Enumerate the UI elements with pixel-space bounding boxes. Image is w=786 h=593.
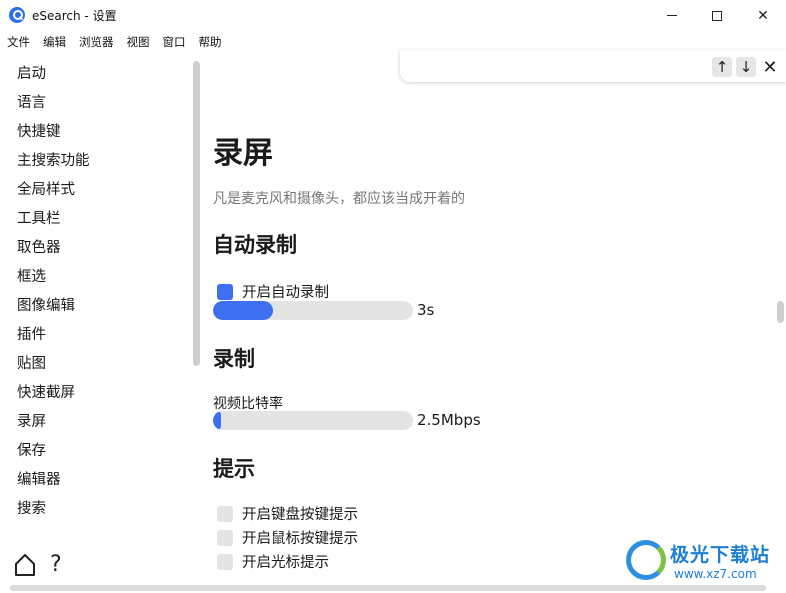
sidebar-item-toolbar[interactable]: 工具栏 bbox=[0, 205, 200, 234]
keyboard-hint-toggle[interactable]: 开启键盘按键提示 bbox=[217, 503, 358, 524]
help-icon[interactable]: ? bbox=[50, 553, 62, 577]
sidebar-scrollbar[interactable] bbox=[193, 61, 200, 366]
minimize-button[interactable] bbox=[649, 0, 695, 31]
menu-view[interactable]: 视图 bbox=[120, 31, 156, 51]
menu-file[interactable]: 文件 bbox=[0, 31, 36, 51]
section-auto-record-heading: 自动录制 bbox=[213, 233, 297, 257]
sidebar-item-pin[interactable]: 贴图 bbox=[0, 350, 200, 379]
watermark-logo: 极光下载站 www.xz7.com bbox=[624, 538, 784, 586]
watermark-emblem-icon bbox=[626, 540, 666, 580]
menu-help[interactable]: 帮助 bbox=[192, 31, 228, 51]
window-title: eSearch - 设置 bbox=[32, 9, 117, 23]
sidebar-item-search[interactable]: 搜索 bbox=[0, 495, 200, 515]
page-description: 凡是麦克风和摄像头，都应该当成开着的 bbox=[213, 191, 465, 207]
sidebar-item-language[interactable]: 语言 bbox=[0, 89, 200, 118]
minimize-icon bbox=[667, 15, 677, 16]
auto-record-delay-value: 3s bbox=[417, 301, 435, 319]
menu-window[interactable]: 窗口 bbox=[156, 31, 192, 51]
sidebar-item-color-picker[interactable]: 取色器 bbox=[0, 234, 200, 263]
bitrate-slider[interactable] bbox=[213, 411, 413, 430]
content-scrollbar[interactable] bbox=[777, 301, 784, 323]
sidebar-item-shortcuts[interactable]: 快捷键 bbox=[0, 118, 200, 147]
auto-record-label: 开启自动录制 bbox=[242, 285, 329, 301]
sidebar-item-screen-record[interactable]: 录屏 bbox=[0, 408, 200, 437]
sidebar-footer: ? bbox=[14, 553, 62, 577]
slider-fill bbox=[213, 301, 273, 320]
slider-fill bbox=[213, 411, 221, 430]
bitrate-label: 视频比特率 bbox=[213, 396, 283, 412]
watermark-name: 极光下载站 bbox=[670, 544, 771, 566]
sidebar-item-global-style[interactable]: 全局样式 bbox=[0, 176, 200, 205]
maximize-button[interactable] bbox=[694, 0, 740, 31]
find-close-button[interactable]: ✕ bbox=[760, 57, 780, 78]
mouse-hint-label: 开启鼠标按键提示 bbox=[242, 531, 358, 547]
auto-record-checkbox[interactable] bbox=[217, 283, 233, 300]
app-search-icon bbox=[9, 7, 25, 23]
find-next-button[interactable]: ↓ bbox=[736, 57, 756, 77]
find-previous-button[interactable]: ↑ bbox=[712, 57, 732, 77]
watermark-url: www.xz7.com bbox=[674, 567, 757, 581]
keyboard-hint-label: 开启键盘按键提示 bbox=[242, 507, 358, 523]
title-bar: eSearch - 设置 ✕ bbox=[0, 0, 786, 31]
mouse-hint-checkbox[interactable] bbox=[217, 529, 233, 546]
sidebar-item-editor[interactable]: 编辑器 bbox=[0, 466, 200, 495]
menu-browser[interactable]: 浏览器 bbox=[72, 31, 120, 51]
keyboard-hint-checkbox[interactable] bbox=[217, 505, 233, 522]
maximize-icon bbox=[712, 10, 722, 21]
cursor-hint-toggle[interactable]: 开启光标提示 bbox=[217, 551, 329, 572]
sidebar-item-startup[interactable]: 启动 bbox=[0, 60, 200, 89]
auto-record-toggle[interactable]: 开启自动录制 bbox=[217, 281, 329, 302]
sidebar-item-plugins[interactable]: 插件 bbox=[0, 321, 200, 350]
close-button[interactable]: ✕ bbox=[740, 0, 786, 31]
section-record-heading: 录制 bbox=[213, 347, 255, 371]
sidebar-item-image-edit[interactable]: 图像编辑 bbox=[0, 292, 200, 321]
sidebar-item-main-search[interactable]: 主搜索功能 bbox=[0, 147, 200, 176]
sidebar-item-save[interactable]: 保存 bbox=[0, 437, 200, 466]
auto-record-delay-slider[interactable] bbox=[213, 301, 413, 320]
cursor-hint-checkbox[interactable] bbox=[217, 553, 233, 570]
cursor-hint-label: 开启光标提示 bbox=[242, 555, 329, 571]
settings-sidebar: 启动 语言 快捷键 主搜索功能 全局样式 工具栏 取色器 框选 图像编辑 插件 … bbox=[0, 60, 200, 515]
sidebar-item-selection[interactable]: 框选 bbox=[0, 263, 200, 292]
menu-edit[interactable]: 编辑 bbox=[36, 31, 72, 51]
find-bar: ↑ ↓ ✕ bbox=[400, 50, 786, 82]
section-hints-heading: 提示 bbox=[213, 457, 255, 481]
home-icon[interactable] bbox=[14, 553, 36, 577]
mouse-hint-toggle[interactable]: 开启鼠标按键提示 bbox=[217, 527, 358, 548]
bitrate-value: 2.5Mbps bbox=[417, 411, 481, 429]
page-title: 录屏 bbox=[213, 136, 273, 171]
sidebar-item-quick-screenshot[interactable]: 快速截屏 bbox=[0, 379, 200, 408]
menu-bar: 文件 编辑 浏览器 视图 窗口 帮助 bbox=[0, 31, 228, 51]
